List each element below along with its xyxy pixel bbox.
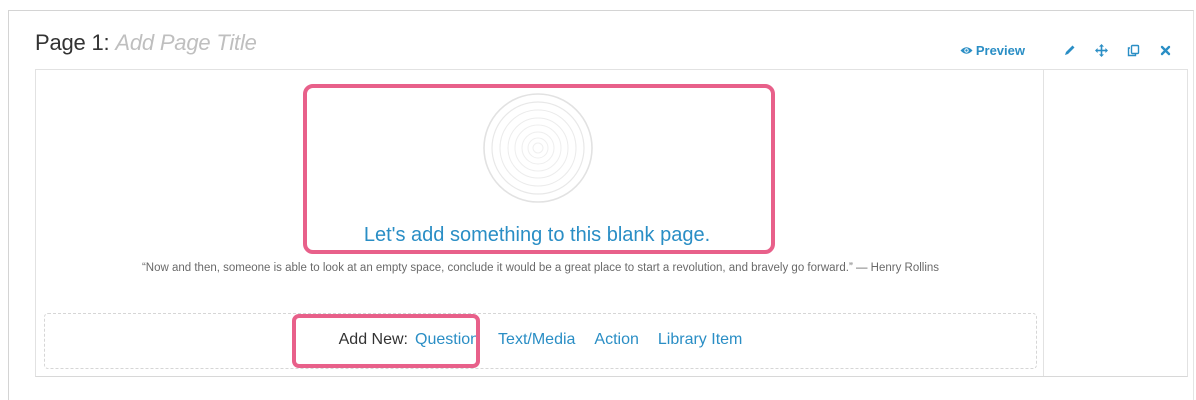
blank-page-message[interactable]: Let's add something to this blank page. [336,224,738,247]
right-side-panel [1043,70,1187,376]
add-action-link[interactable]: Action [594,331,638,349]
survey-page-card: Page 1: Add Page Title Preview Let's add… [8,10,1194,400]
preview-button[interactable]: Preview [960,43,1025,58]
add-new-label: Add New: [338,331,408,348]
page-toolbar: Preview [960,41,1173,59]
page-content: Let's add something to this blank page. … [35,69,1188,377]
move-icon[interactable] [1093,42,1109,58]
page-title: Page 1: Add Page Title [35,30,257,56]
close-icon[interactable] [1157,42,1173,58]
eye-icon [960,43,976,58]
page-number-label: Page 1: [35,30,110,55]
add-library-item-link[interactable]: Library Item [658,331,742,349]
preview-label: Preview [975,42,1025,58]
page-title-placeholder[interactable]: Add Page Title [115,30,257,55]
add-text-media-link[interactable]: Text/Media [498,331,575,349]
concentric-circles-icon [482,92,594,209]
pencil-icon[interactable] [1061,42,1077,58]
add-question-link[interactable]: Question [415,331,479,349]
page-header: Page 1: Add Page Title Preview [9,11,1193,69]
inspirational-quote: “Now and then, someone is able to look a… [141,262,940,274]
copy-icon[interactable] [1125,42,1141,58]
add-new-bar: Add New: Question Text/Media Action Libr… [44,313,1037,369]
